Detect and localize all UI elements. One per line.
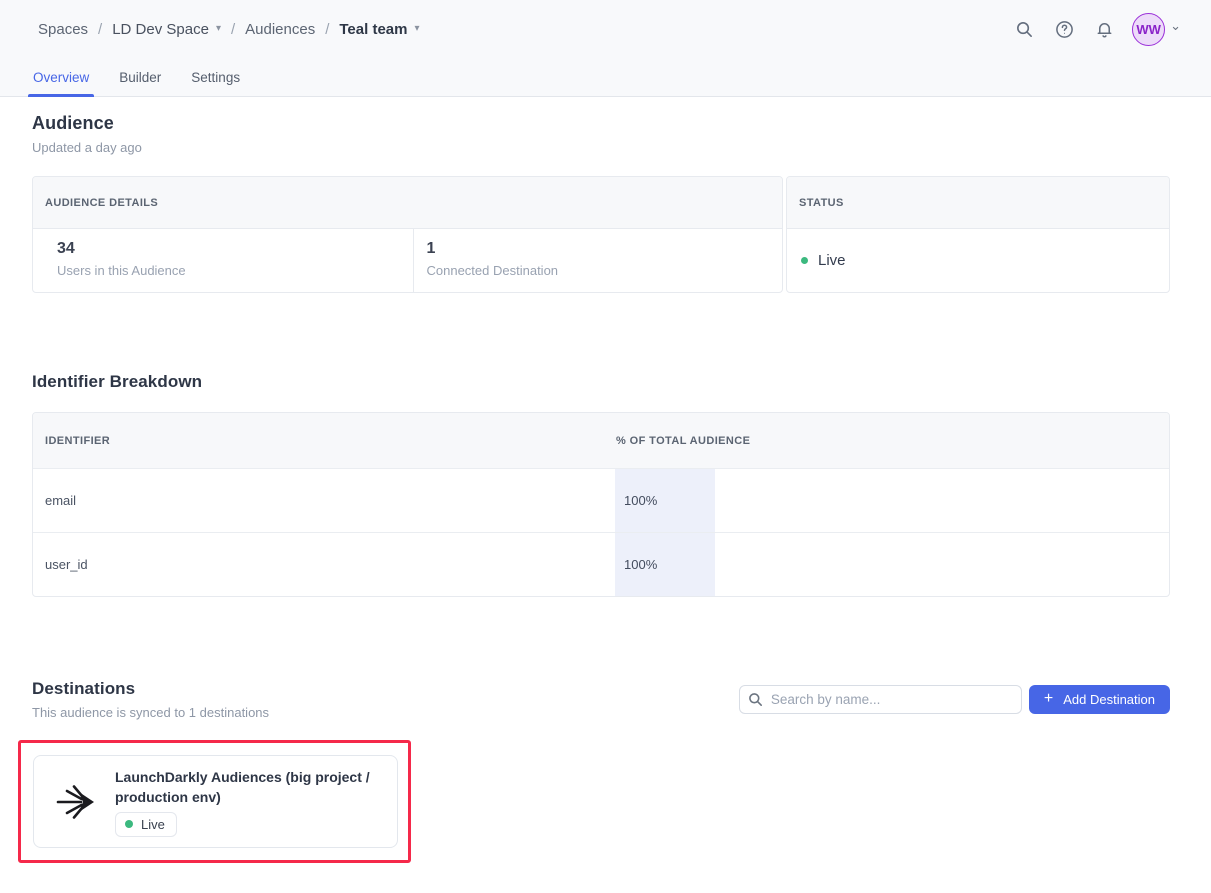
- top-header: Spaces / LD Dev Space ▾ / Audiences / Te…: [0, 0, 1211, 58]
- percent-column-header: % OF TOTAL AUDIENCE: [616, 435, 750, 447]
- launchdarkly-logo-icon: [54, 780, 98, 824]
- status-header: STATUS: [787, 177, 1169, 229]
- destinations-header-row: Destinations This audience is synced to …: [32, 679, 1170, 720]
- percent-value: 100%: [615, 557, 657, 572]
- breadcrumb-space-label: LD Dev Space: [112, 21, 209, 38]
- breadcrumb-current-audience: Teal team: [339, 21, 407, 38]
- status-badge: Live: [115, 812, 177, 837]
- tab-settings[interactable]: Settings: [186, 58, 245, 96]
- add-destination-label: Add Destination: [1063, 692, 1155, 707]
- search-icon[interactable]: [1014, 19, 1034, 39]
- live-status-dot-icon: [125, 820, 133, 828]
- identifier-breakdown-title: Identifier Breakdown: [32, 372, 1170, 392]
- audience-details-header: AUDIENCE DETAILS: [33, 177, 782, 229]
- audience-details-panel: AUDIENCE DETAILS 34 Users in this Audien…: [32, 176, 783, 293]
- connected-destinations-label: Connected Destination: [427, 263, 783, 278]
- destination-info: LaunchDarkly Audiences (big project / pr…: [115, 767, 393, 837]
- caret-down-icon: ▾: [216, 23, 221, 34]
- search-icon: [748, 692, 763, 707]
- plus-icon: +: [1044, 690, 1053, 708]
- add-destination-button[interactable]: + Add Destination: [1029, 685, 1170, 714]
- destinations-controls: + Add Destination: [739, 685, 1170, 714]
- notifications-bell-icon[interactable]: [1094, 19, 1114, 39]
- percent-bar: 100%: [615, 469, 715, 532]
- users-count-label: Users in this Audience: [57, 263, 413, 278]
- destination-card[interactable]: LaunchDarkly Audiences (big project / pr…: [33, 755, 398, 848]
- destinations-heading-block: Destinations This audience is synced to …: [32, 679, 269, 720]
- status-value: Live: [818, 252, 846, 269]
- tab-builder[interactable]: Builder: [114, 58, 166, 96]
- main-content: Audience Updated a day ago AUDIENCE DETA…: [0, 97, 1211, 863]
- breadcrumb: Spaces / LD Dev Space ▾ / Audiences / Te…: [38, 21, 420, 38]
- destination-search: [739, 685, 1022, 714]
- breadcrumb-audiences[interactable]: Audiences: [245, 21, 315, 38]
- table-row: email 100%: [33, 468, 1169, 532]
- audience-title: Audience: [32, 113, 1170, 134]
- help-icon[interactable]: [1054, 19, 1074, 39]
- breadcrumb-separator: /: [98, 21, 102, 38]
- breadcrumb-space-selector[interactable]: LD Dev Space ▾: [112, 21, 221, 38]
- destination-status: Live: [141, 817, 165, 832]
- table-row: user_id 100%: [33, 532, 1169, 596]
- status-body: Live: [787, 229, 1169, 292]
- audience-section: Audience Updated a day ago AUDIENCE DETA…: [32, 113, 1170, 293]
- connected-destinations-count: 1: [427, 240, 783, 258]
- tab-bar: Overview Builder Settings: [0, 58, 1211, 97]
- live-status-dot-icon: [801, 257, 808, 264]
- chevron-down-icon[interactable]: ⌄: [1170, 21, 1181, 31]
- destinations-subtitle: This audience is synced to 1 destination…: [32, 705, 269, 720]
- percent-value: 100%: [615, 493, 657, 508]
- breadcrumb-separator: /: [325, 21, 329, 38]
- identifier-table: IDENTIFIER % OF TOTAL AUDIENCE email 100…: [32, 412, 1170, 597]
- destinations-title: Destinations: [32, 679, 269, 699]
- identifier-table-header: IDENTIFIER % OF TOTAL AUDIENCE: [33, 413, 1169, 468]
- percent-bar: 100%: [615, 533, 715, 596]
- identifier-name: email: [33, 493, 76, 508]
- user-avatar[interactable]: WW: [1132, 13, 1165, 46]
- connected-destinations-stat: 1 Connected Destination: [413, 229, 783, 292]
- audience-updated-text: Updated a day ago: [32, 140, 1170, 155]
- breadcrumb-spaces[interactable]: Spaces: [38, 21, 88, 38]
- search-input[interactable]: [739, 685, 1022, 714]
- caret-down-icon: ▾: [414, 23, 419, 34]
- audience-summary-tables: AUDIENCE DETAILS 34 Users in this Audien…: [32, 176, 1170, 293]
- breadcrumb-separator: /: [231, 21, 235, 38]
- status-panel: STATUS Live: [786, 176, 1170, 293]
- destination-name: LaunchDarkly Audiences (big project / pr…: [115, 767, 393, 807]
- identifier-breakdown-section: Identifier Breakdown IDENTIFIER % OF TOT…: [32, 372, 1170, 597]
- audience-details-body: 34 Users in this Audience 1 Connected De…: [33, 229, 782, 292]
- users-stat: 34 Users in this Audience: [33, 229, 413, 292]
- users-count: 34: [57, 240, 413, 258]
- identifier-name: user_id: [33, 557, 88, 572]
- annotation-highlight-box: LaunchDarkly Audiences (big project / pr…: [18, 740, 411, 863]
- destinations-section: Destinations This audience is synced to …: [32, 679, 1170, 863]
- identifier-column-header: IDENTIFIER: [33, 435, 110, 447]
- breadcrumb-audience-selector[interactable]: Teal team ▾: [339, 21, 419, 38]
- header-actions: WW ⌄: [994, 13, 1181, 46]
- tab-overview[interactable]: Overview: [28, 58, 94, 96]
